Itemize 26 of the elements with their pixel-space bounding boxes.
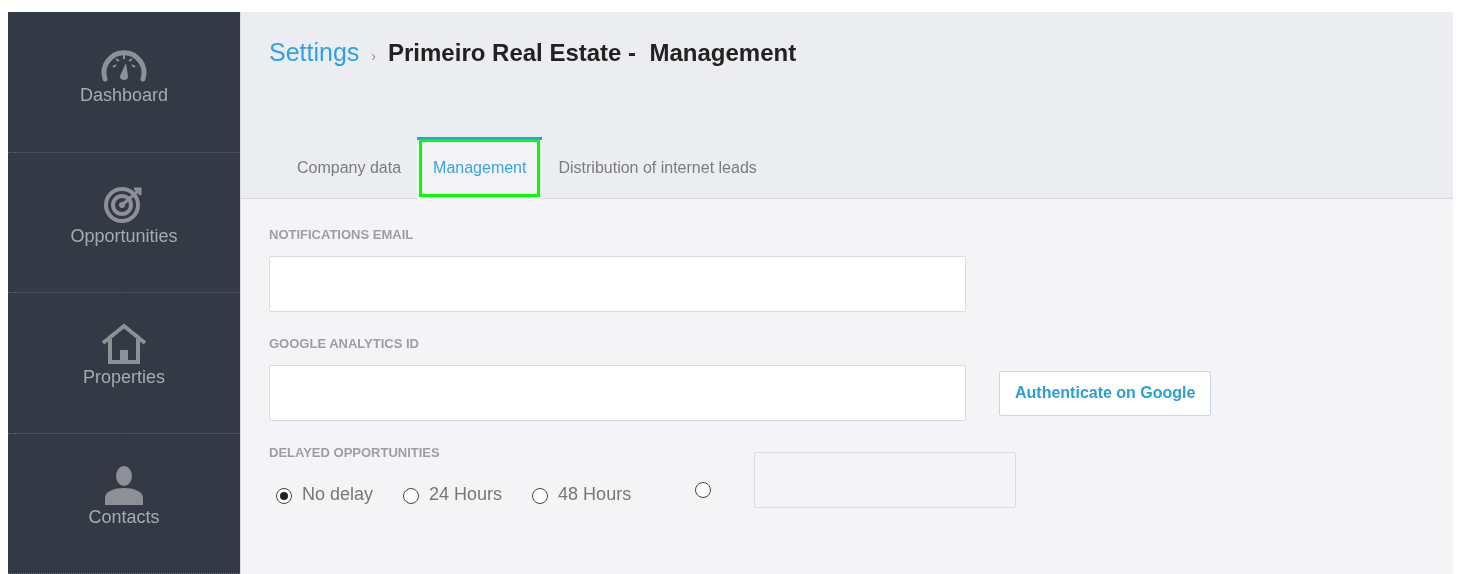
field-label: GOOGLE ANALYTICS ID: [269, 336, 420, 351]
analytics-id-field[interactable]: [269, 365, 966, 421]
house-icon: [99, 323, 149, 366]
person-icon: [103, 464, 145, 505]
radio-button[interactable]: [403, 488, 420, 504]
tab[interactable]: Company data: [281, 137, 418, 199]
tab[interactable]: Management: [417, 137, 543, 199]
radio-button[interactable]: [276, 488, 292, 504]
field-label: DELAYED OPPORTUNITIES: [269, 445, 441, 460]
radio-button[interactable]: [695, 482, 712, 498]
breadcrumb-separator: ›: [371, 48, 376, 64]
field-label: NOTIFICATIONS EMAIL: [269, 227, 415, 242]
radio-label: 24 Hours: [429, 483, 503, 505]
tab[interactable]: Distribution of internet leads: [542, 137, 773, 199]
sidebar-label: Contacts: [88, 506, 160, 528]
sidebar-label: Properties: [82, 367, 165, 389]
page-title: Primeiro Real Estate - Management: [388, 39, 797, 67]
radio-label: 48 Hours: [558, 483, 632, 505]
radio-label: No delay: [302, 483, 374, 505]
custom-delay-field[interactable]: [754, 452, 1017, 508]
sidebar-label: Opportunities: [70, 225, 178, 247]
radio-button[interactable]: [532, 488, 549, 504]
breadcrumb-link[interactable]: Settings: [269, 38, 360, 67]
sidebar-label: Dashboard: [79, 85, 169, 107]
email-field[interactable]: [269, 256, 966, 312]
authenticate-button[interactable]: Authenticate on Google: [999, 370, 1212, 416]
